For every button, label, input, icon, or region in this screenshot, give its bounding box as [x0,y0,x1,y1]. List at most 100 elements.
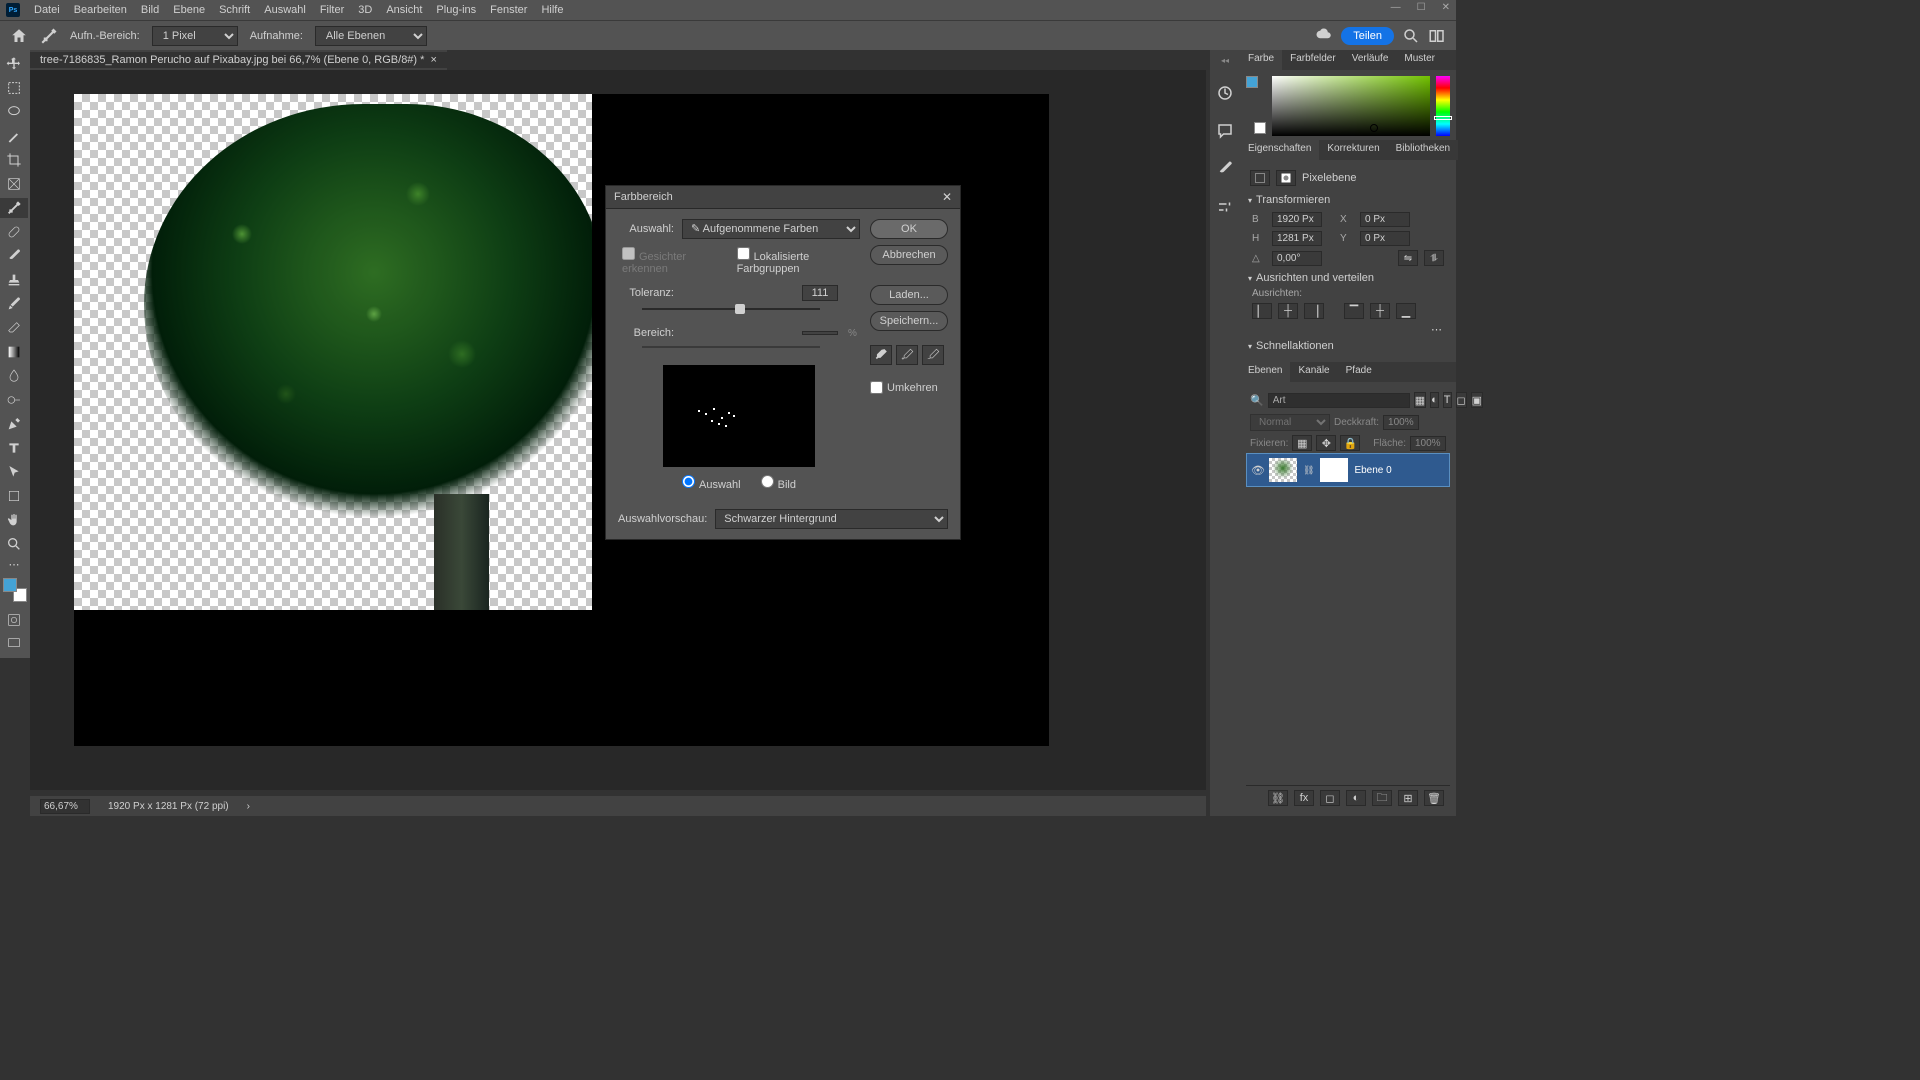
tab-layers[interactable]: Ebenen [1240,362,1290,382]
align-more-icon[interactable]: ⋯ [1431,324,1442,336]
sample-size-select[interactable]: 1 Pixel [152,26,238,46]
eyedropper-plus-icon[interactable] [896,345,918,365]
fill-field[interactable] [1410,436,1446,451]
comments-panel-icon[interactable] [1216,122,1234,140]
menu-select[interactable]: Auswahl [264,4,306,16]
crop-tool[interactable] [0,150,28,170]
filter-smart-icon[interactable]: ▣ [1471,392,1483,408]
layer-visibility-icon[interactable]: 👁 [1251,464,1263,477]
history-panel-icon[interactable] [1216,84,1234,102]
stamp-tool[interactable] [0,270,28,290]
link-icon[interactable]: ⛓ [1303,465,1314,476]
cloud-doc-icon[interactable] [1315,27,1333,45]
menu-file[interactable]: Datei [34,4,60,16]
opacity-field[interactable] [1383,415,1419,430]
align-top-icon[interactable]: ▔ [1344,303,1364,319]
color-field[interactable] [1272,76,1430,136]
dodge-tool[interactable] [0,390,28,410]
add-mask-icon[interactable]: ◻ [1320,790,1340,806]
home-icon[interactable] [10,27,28,45]
new-group-icon[interactable]: 🗀 [1372,790,1392,806]
menu-type[interactable]: Schrift [219,4,250,16]
filter-shape-icon[interactable]: ◻ [1456,392,1467,408]
selection-preview[interactable] [663,365,815,467]
preview-image-radio[interactable]: Bild [761,475,796,491]
height-field[interactable]: 1281 Px [1272,231,1322,246]
wand-tool[interactable] [0,126,28,146]
layer-filter-select[interactable] [1268,393,1410,408]
close-tab-icon[interactable]: × [430,54,436,66]
dialog-titlebar[interactable]: Farbbereich ✕ [606,186,960,209]
workspace-icon[interactable] [1428,27,1446,45]
status-chevron-icon[interactable]: › [247,801,250,812]
tab-swatches[interactable]: Farbfelder [1282,50,1344,70]
menu-3d[interactable]: 3D [358,4,372,16]
lasso-tool[interactable] [0,102,28,122]
frame-tool[interactable] [0,174,28,194]
tab-properties[interactable]: Eigenschaften [1240,140,1319,160]
gradient-tool[interactable] [0,342,28,362]
preview-mode-select[interactable]: Schwarzer Hintergrund [715,509,948,529]
layer-mask-thumbnail[interactable] [1320,458,1348,482]
tab-patterns[interactable]: Muster [1396,50,1443,70]
blend-mode-select[interactable]: Normal [1250,414,1330,431]
angle-field[interactable]: 0,00° [1272,251,1322,266]
type-tool[interactable] [0,438,28,458]
filter-adjust-icon[interactable]: ◐ [1430,392,1439,408]
share-button[interactable]: Teilen [1341,27,1394,45]
lock-position-icon[interactable]: ✥ [1316,435,1336,451]
eyedropper-tool[interactable] [0,198,28,218]
adjustments-panel-icon[interactable] [1216,198,1234,216]
preview-selection-radio[interactable]: Auswahl [682,475,741,491]
document-tab[interactable]: tree-7186835_Ramon Perucho auf Pixabay.j… [30,52,447,68]
tab-libraries[interactable]: Bibliotheken [1388,140,1458,160]
eyedropper-tool-icon[interactable] [40,27,58,45]
image-canvas[interactable] [74,94,592,610]
eyedropper-minus-icon[interactable] [922,345,944,365]
eraser-tool[interactable] [0,318,28,338]
menu-plugins[interactable]: Plug-ins [436,4,476,16]
cancel-button[interactable]: Abbrechen [870,245,948,265]
zoom-input[interactable] [40,799,90,814]
blur-tool[interactable] [0,366,28,386]
fuzziness-slider[interactable] [642,305,820,317]
history-brush-tool[interactable] [0,294,28,314]
menu-edit[interactable]: Bearbeiten [74,4,127,16]
load-button[interactable]: Laden... [870,285,948,305]
layer-thumbnail[interactable] [1269,458,1297,482]
window-maximize-icon[interactable]: ☐ [1417,2,1426,13]
tab-color[interactable]: Farbe [1240,50,1282,70]
shape-tool[interactable] [0,486,28,506]
dialog-close-icon[interactable]: ✕ [942,190,952,204]
pen-tool[interactable] [0,414,28,434]
invert-checkbox[interactable] [870,381,883,394]
layer-fx-icon[interactable]: fx [1294,790,1314,806]
filter-pixel-icon[interactable]: ▦ [1414,392,1426,408]
flip-h-icon[interactable]: ⇋ [1398,250,1418,266]
tab-gradients[interactable]: Verläufe [1344,50,1397,70]
color-swatches[interactable] [1246,76,1266,134]
align-left-icon[interactable]: ▏ [1252,303,1272,319]
move-tool[interactable] [0,54,28,74]
healing-tool[interactable] [0,222,28,242]
eyedropper-icon[interactable] [870,345,892,365]
link-layers-icon[interactable]: ⛓ [1268,790,1288,806]
width-field[interactable]: 1920 Px [1272,212,1322,227]
quick-actions-header[interactable]: ▾Schnellaktionen [1246,336,1450,356]
path-select-tool[interactable] [0,462,28,482]
edit-toolbar[interactable]: ⋯ [0,558,28,570]
y-field[interactable]: 0 Px [1360,231,1410,246]
select-dropdown[interactable]: ✎ Aufgenommene Farben [682,219,860,239]
tab-adjustments[interactable]: Korrekturen [1319,140,1387,160]
zoom-tool[interactable] [0,534,28,554]
new-layer-icon[interactable]: ⊞ [1398,790,1418,806]
lock-all-icon[interactable]: 🔒 [1340,435,1360,451]
layer-row[interactable]: 👁 ⛓ Ebene 0 [1246,453,1450,487]
brush-tool[interactable] [0,246,28,266]
align-hcenter-icon[interactable]: ┼ [1278,303,1298,319]
align-section-header[interactable]: ▾Ausrichten und verteilen [1246,268,1450,288]
align-right-icon[interactable]: ▕ [1304,303,1324,319]
transform-section-header[interactable]: ▾Transformieren [1246,190,1450,210]
hand-tool[interactable] [0,510,28,530]
menu-image[interactable]: Bild [141,4,159,16]
